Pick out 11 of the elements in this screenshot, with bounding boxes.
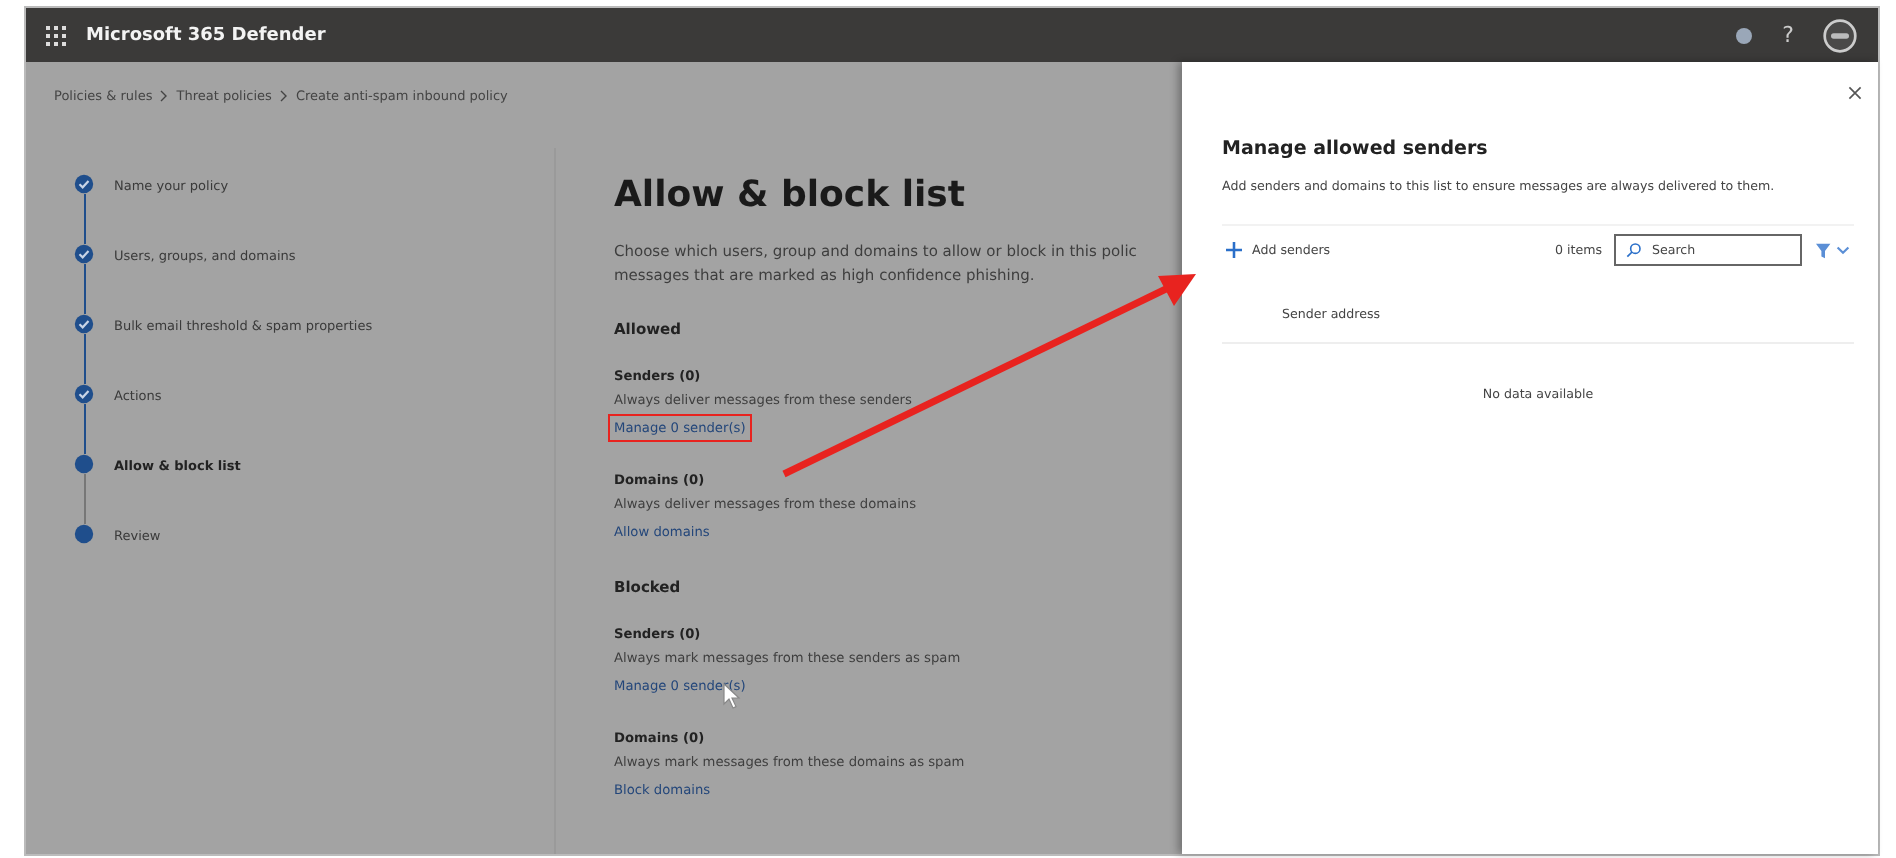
- chevron-icon: [279, 90, 288, 102]
- help-button[interactable]: ?: [1774, 22, 1802, 48]
- plus-icon: [1226, 242, 1242, 258]
- page-title: Allow & block list: [614, 174, 967, 216]
- panel-title: Manage allowed senders: [1222, 138, 1490, 160]
- avatar-icon[interactable]: [1822, 17, 1858, 53]
- app-launcher-icon[interactable]: [46, 25, 66, 45]
- filter-dropdown-icon[interactable]: [1814, 241, 1854, 259]
- close-icon[interactable]: [1848, 86, 1862, 100]
- app-title: Microsoft 365 Defender: [86, 25, 326, 45]
- chevron-icon: [160, 90, 169, 102]
